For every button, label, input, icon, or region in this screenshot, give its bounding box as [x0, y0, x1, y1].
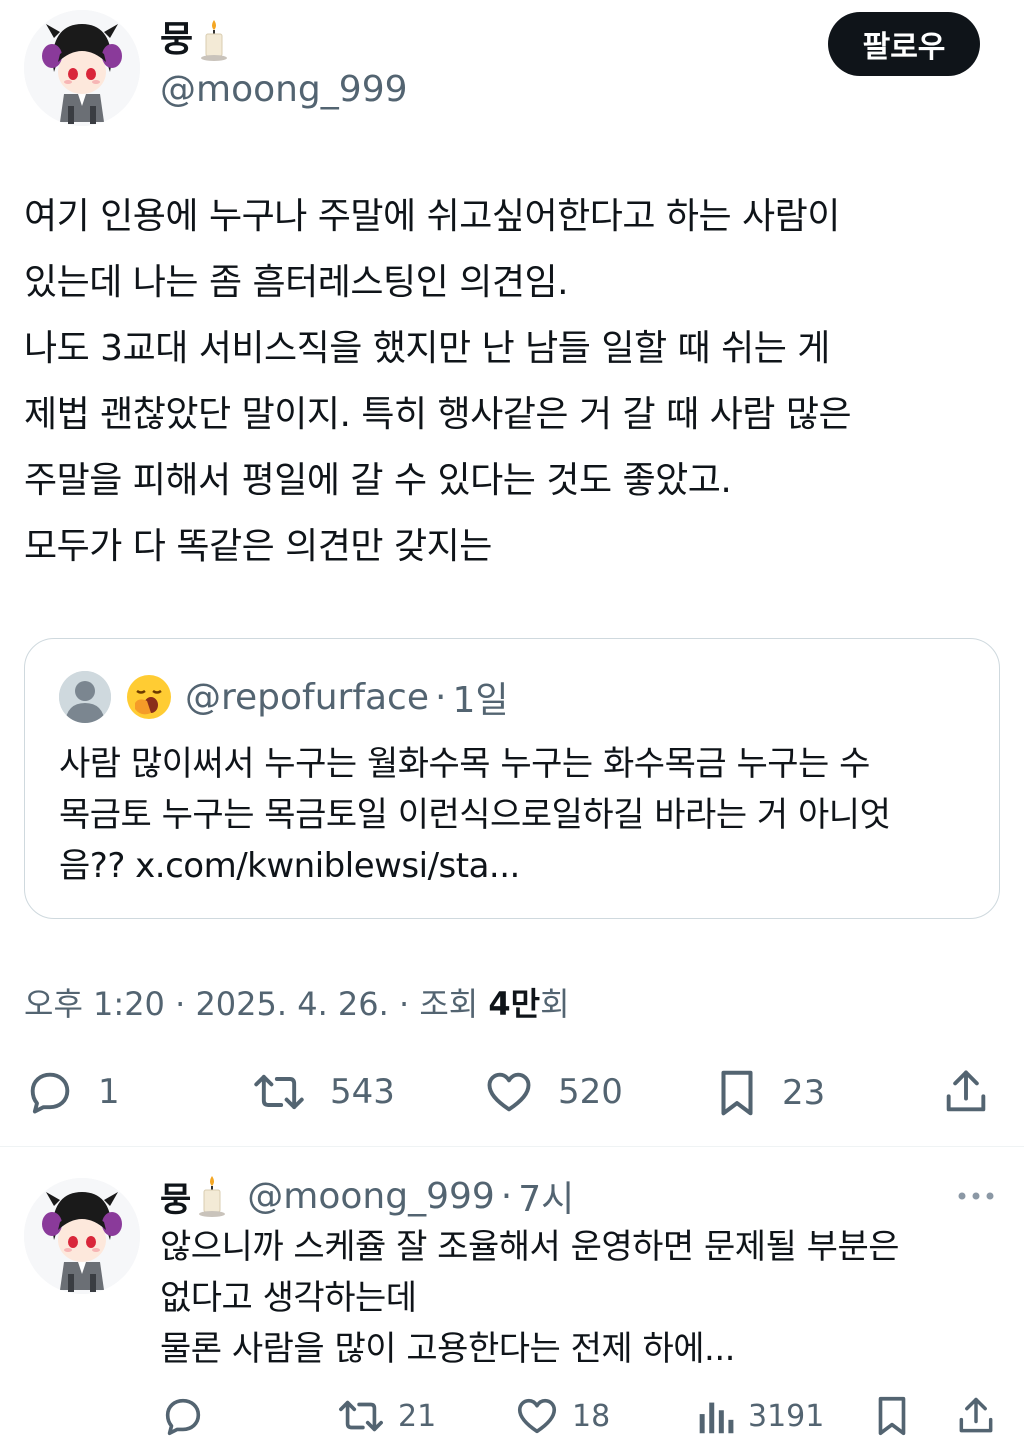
quote-line: 목금토 누구는 목금토일 이런식으로일하길 바라는 거 아니엇: [59, 795, 891, 835]
reply-timestamp[interactable]: 7시: [518, 1170, 574, 1222]
share-icon: [946, 1070, 986, 1112]
reply-author-name[interactable]: 뭉: [160, 1172, 191, 1221]
like-count: 520: [558, 1072, 623, 1112]
author-avatar[interactable]: [24, 10, 140, 126]
reply-count: 1: [98, 1072, 120, 1112]
share-icon: [959, 1397, 993, 1433]
reply-reply-button[interactable]: [160, 1392, 206, 1440]
follow-button[interactable]: 팔로우: [828, 12, 980, 76]
reply-share-button[interactable]: [954, 1392, 998, 1440]
quote-line: 사람 많이써서 누구는 월화수목 누구는 화수목금 누구는 수: [59, 744, 870, 784]
reply-line: 물론 사람을 많이 고용한다는 전제 하에...: [160, 1329, 735, 1369]
analytics-icon: [699, 1402, 734, 1434]
separator-dot: ·: [175, 985, 186, 1023]
quoted-author-handle[interactable]: @repofurface: [185, 677, 429, 718]
reply-text: 않으니까 스케쥴 잘 조율해서 운영하면 문제될 부분은 없다고 생각하는데 물…: [160, 1222, 1000, 1375]
reply-author-avatar[interactable]: [24, 1178, 140, 1294]
reply-retweet-button[interactable]: 21: [336, 1392, 436, 1440]
reply-like-button[interactable]: 18: [514, 1392, 610, 1440]
reply-line: 없다고 생각하는데: [160, 1278, 417, 1318]
heart-icon: [517, 1398, 557, 1434]
views-count[interactable]: 4만: [488, 985, 540, 1023]
separator-dot: ·: [435, 676, 447, 718]
quoted-timestamp[interactable]: 1일: [452, 671, 508, 723]
separator-dot: ·: [398, 985, 410, 1023]
tweet-time[interactable]: 오후 1:20: [24, 985, 165, 1023]
default-avatar-icon[interactable]: [59, 671, 111, 723]
yawning-face-icon: [125, 673, 173, 721]
reply-views-count: 3191: [748, 1398, 825, 1434]
author-handle[interactable]: @moong_999: [160, 68, 408, 112]
bookmark-icon: [721, 1070, 753, 1116]
author-name[interactable]: 뭉: [160, 18, 193, 62]
post-line: 주말을 피해서 평일에 갈 수 있다는 것도 좋았고.: [24, 460, 732, 501]
avatar-illustration: [24, 10, 140, 126]
views-label: 조회: [419, 985, 479, 1023]
reply-bookmark-button[interactable]: [872, 1392, 912, 1440]
bookmark-button[interactable]: 23: [714, 1066, 825, 1120]
tweet-meta: 오후 1:20 · 2025. 4. 26. · 조회 4만회: [24, 982, 570, 1026]
quoted-tweet-header: @repofurface · 1일: [59, 671, 509, 723]
post-line: 모두가 다 똑같은 의견만 갖지는: [24, 526, 492, 567]
quoted-tweet-card[interactable]: @repofurface · 1일 사람 많이써서 누구는 월화수목 누구는 화…: [24, 638, 1000, 919]
reply-header: 뭉 @moong_999 · 7시: [160, 1170, 574, 1222]
author-name-row: 뭉: [160, 18, 229, 62]
post-line: 여기 인용에 누구나 주말에 쉬고싶어한다고 하는 사람이: [24, 196, 840, 237]
reply-author-handle[interactable]: @moong_999: [247, 1176, 495, 1217]
reply-line: 않으니까 스케쥴 잘 조율해서 운영하면 문제될 부분은: [160, 1227, 900, 1267]
reply-icon: [30, 1072, 70, 1114]
divider: [0, 1146, 1024, 1147]
reply-icon: [165, 1398, 201, 1436]
avatar-illustration: [24, 1178, 140, 1294]
quote-line: 음?? x.com/kwniblewsi/sta...: [59, 846, 520, 886]
reply-views-button[interactable]: 3191: [694, 1392, 824, 1440]
tweet-date[interactable]: 2025. 4. 26.: [195, 985, 388, 1023]
heart-icon: [487, 1072, 531, 1112]
reply-like-count: 18: [572, 1398, 611, 1434]
post-line: 제법 괜찮았단 말이지. 특히 행사같은 거 갈 때 사람 많은: [24, 394, 852, 435]
more-options-icon[interactable]: [956, 1186, 996, 1206]
retweet-count: 543: [330, 1072, 395, 1112]
separator-dot: ·: [500, 1175, 513, 1217]
reply-retweet-count: 21: [398, 1398, 437, 1434]
retweet-button[interactable]: 543: [250, 1066, 395, 1118]
retweet-icon: [339, 1400, 383, 1432]
post-line: 나도 3교대 서비스직을 했지만 난 남들 일할 때 쉬는 게: [24, 328, 830, 369]
candle-emoji-icon: [199, 18, 229, 62]
post-line: 있는데 나는 좀 흠터레스팅인 의견임.: [24, 262, 569, 303]
candle-emoji-icon: [197, 1174, 227, 1218]
retweet-icon: [254, 1074, 304, 1110]
post-text: 여기 인용에 누구나 주말에 쉬고싶어한다고 하는 사람이 있는데 나는 좀 흠…: [24, 184, 999, 580]
bookmark-icon: [878, 1396, 906, 1436]
like-button[interactable]: 520: [482, 1066, 623, 1118]
reply-button[interactable]: 1: [24, 1066, 120, 1118]
share-button[interactable]: [940, 1066, 992, 1118]
quoted-tweet-text: 사람 많이써서 누구는 월화수목 누구는 화수목금 누구는 수 목금토 누구는 …: [59, 739, 989, 892]
views-suffix: 회: [540, 985, 570, 1023]
bookmark-count: 23: [782, 1073, 826, 1113]
